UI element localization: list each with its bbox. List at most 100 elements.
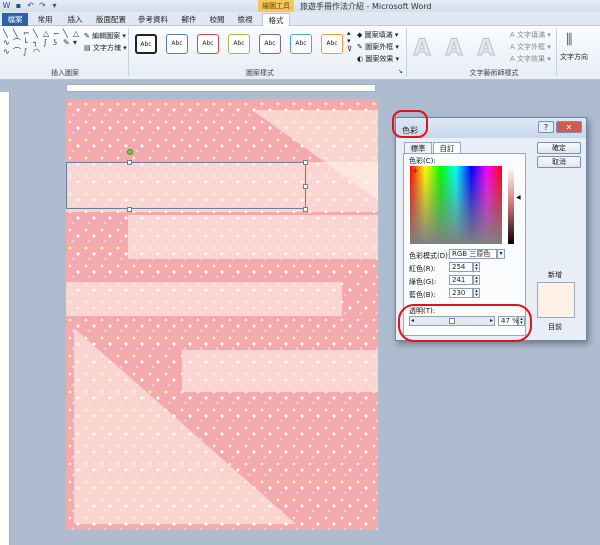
wordart-style-1[interactable]: A (411, 36, 433, 62)
line-shape-icon[interactable]: ╲ (13, 30, 22, 38)
shape-styles-group-label: 圖案樣式 (246, 69, 274, 77)
tab-standard[interactable]: 標準 (404, 142, 432, 153)
tab-references[interactable]: 參考資料 (134, 13, 172, 26)
curve-shape-icon[interactable]: ∫ (23, 48, 32, 56)
color-preview (537, 282, 575, 318)
group-divider (556, 28, 557, 76)
shape-style-7[interactable]: Abc (321, 34, 343, 54)
close-button[interactable]: ✕ (556, 121, 582, 133)
text-direction-button[interactable]: 文字方向 (560, 52, 588, 62)
help-button[interactable]: ? (538, 121, 554, 133)
blue-label: 藍色(B): (409, 291, 436, 299)
tab-custom[interactable]: 自訂 (433, 142, 461, 153)
tab-page-layout[interactable]: 版面配置 (92, 13, 130, 26)
resize-handle[interactable] (303, 184, 308, 189)
shape-style-6[interactable]: Abc (290, 34, 312, 54)
curve-shape-icon[interactable]: ◠ (33, 48, 42, 56)
tab-home[interactable]: 常用 (32, 13, 58, 26)
luminance-pointer-icon[interactable]: ◀ (516, 194, 521, 201)
text-outline-icon: A (510, 43, 518, 51)
chevron-down-icon[interactable]: ▾ (497, 249, 505, 259)
selected-shape[interactable] (66, 162, 306, 209)
shape-style-1[interactable]: Abc (135, 34, 157, 54)
drawing-tools-context-label: 繪圖工具 (258, 0, 294, 12)
gallery-scroll-icon[interactable]: ▴ ▾ ⊽ (347, 29, 352, 53)
text-fill-button[interactable]: A 文字填滿 ▾ (510, 30, 551, 40)
blue-spinner[interactable]: ▴ ▾ (473, 288, 480, 298)
tab-view[interactable]: 檢視 (232, 13, 258, 26)
cancel-button[interactable]: 取消 (537, 156, 581, 168)
resize-handle[interactable] (303, 207, 308, 212)
shape-gallery[interactable]: ╲ ╲ ⌐ ╲ △ ∽ ╲ △ ∿ ⌒ └ ┐ ∫ ʖ ✎ ▾ ∿ ⌒ ∫ ◠ (3, 30, 82, 56)
shape-style-4[interactable]: Abc (228, 34, 250, 54)
line-shape-icon[interactable]: △ (43, 30, 52, 38)
dialog-launcher-icon[interactable]: ↘ (398, 68, 403, 75)
text-direction-icon[interactable]: ⫼ (566, 32, 572, 48)
green-label: 綠色(G): (409, 278, 437, 286)
shape-effects-button[interactable]: ◐ 圖案效果 ▾ (357, 54, 399, 64)
shape-fill-button[interactable]: ◆ 圖案填滿 ▾ (357, 30, 398, 40)
shape-outline-button[interactable]: ✎ 圖案外框 ▾ (357, 42, 399, 52)
word-icon[interactable]: W (2, 1, 11, 10)
resize-handle[interactable] (127, 160, 132, 165)
curve-shape-icon[interactable]: ∿ (3, 48, 12, 56)
crosshair-icon: ✛ (413, 168, 419, 175)
wordart-style-2[interactable]: A (443, 36, 465, 62)
resize-handle[interactable] (127, 207, 132, 212)
line-shape-icon[interactable]: ╲ (3, 30, 12, 38)
translucent-band[interactable] (128, 215, 378, 259)
shape-style-5[interactable]: Abc (259, 34, 281, 54)
freeform-shape-icon[interactable]: ✎ (63, 39, 72, 47)
resize-handle[interactable] (303, 160, 308, 165)
highlight-annotation-transparency (398, 304, 532, 342)
line-shape-icon[interactable]: ⌐ (23, 30, 32, 38)
text-effects-button[interactable]: A 文字效果 ▾ (510, 54, 551, 64)
line-shape-icon[interactable]: ╲ (33, 30, 42, 38)
blue-input[interactable]: 230 (449, 288, 473, 298)
customize-dropdown-icon[interactable]: ▾ (50, 1, 59, 10)
curve-shape-icon[interactable]: ⌒ (13, 39, 22, 47)
luminance-bar[interactable] (508, 166, 514, 244)
wordart-style-3[interactable]: A (475, 36, 497, 62)
shape-style-2[interactable]: Abc (166, 34, 188, 54)
tab-mailings[interactable]: 郵件 (176, 13, 202, 26)
curve-shape-icon[interactable]: ∽ (53, 30, 62, 38)
curve-shape-icon[interactable]: ∿ (3, 39, 12, 47)
highlight-annotation-title (392, 110, 428, 138)
rotation-handle[interactable] (127, 149, 133, 155)
text-box-button[interactable]: ▤ 文字方塊 ▾ (84, 43, 127, 53)
text-fill-icon: A (510, 31, 518, 39)
shape-style-3[interactable]: Abc (197, 34, 219, 54)
redo-icon[interactable]: ↷ (38, 1, 47, 10)
tab-format[interactable]: 格式 (262, 13, 290, 26)
edit-shape-button[interactable]: ✎ 編輯圖案 ▾ (84, 31, 126, 41)
red-input[interactable]: 254 (449, 262, 473, 272)
edit-shape-icon: ✎ (84, 32, 93, 40)
translucent-band[interactable] (66, 282, 342, 316)
insert-shapes-group-label: 插入圖案 (51, 69, 79, 77)
document-page[interactable] (66, 100, 378, 530)
curve-shape-icon[interactable]: ⌒ (13, 48, 22, 56)
curve-shape-icon[interactable]: ʖ (53, 39, 62, 47)
translucent-band[interactable] (182, 350, 378, 392)
line-shape-icon[interactable]: └ (23, 39, 32, 47)
ok-button[interactable]: 確定 (537, 142, 581, 154)
line-shape-icon[interactable]: ╲ (63, 30, 72, 38)
color-spectrum[interactable] (410, 166, 502, 244)
line-shape-icon[interactable]: △ (73, 30, 82, 38)
save-icon[interactable]: ▪ (14, 1, 23, 10)
tab-review[interactable]: 校閱 (204, 13, 230, 26)
horizontal-ruler[interactable] (66, 84, 376, 92)
color-model-select[interactable]: RGB 三原色 (449, 249, 497, 259)
green-spinner[interactable]: ▴ ▾ (473, 275, 480, 285)
green-input[interactable]: 241 (449, 275, 473, 285)
tab-file[interactable]: 檔案 (2, 13, 28, 26)
tab-insert[interactable]: 插入 (62, 13, 88, 26)
vertical-ruler[interactable] (0, 92, 10, 545)
more-shapes-icon[interactable]: ▾ (73, 39, 82, 47)
curve-shape-icon[interactable]: ∫ (43, 39, 52, 47)
line-shape-icon[interactable]: ┐ (33, 39, 42, 47)
undo-icon[interactable]: ↶ (26, 1, 35, 10)
red-spinner[interactable]: ▴ ▾ (473, 262, 480, 272)
text-outline-button[interactable]: A 文字外框 ▾ (510, 42, 551, 52)
